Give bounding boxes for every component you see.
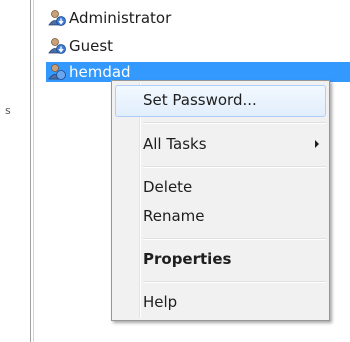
list-item-hemdad-selected[interactable]: hemdad xyxy=(46,62,350,82)
user-account-icon xyxy=(48,9,66,27)
user-name: Guest xyxy=(69,37,114,55)
pane-divider xyxy=(33,0,34,342)
menu-item-all-tasks[interactable]: All Tasks xyxy=(143,134,207,154)
submenu-arrow-icon xyxy=(315,140,319,148)
menu-item-help[interactable]: Help xyxy=(143,292,177,312)
menu-item-rename[interactable]: Rename xyxy=(143,206,205,226)
menu-gutter-highlight xyxy=(140,83,141,318)
user-name: Administrator xyxy=(69,9,172,27)
pane-splitter[interactable] xyxy=(30,0,31,342)
user-name: hemdad xyxy=(69,63,131,81)
menu-item-set-password[interactable]: Set Password... xyxy=(143,90,257,110)
user-account-icon xyxy=(48,63,66,81)
menu-separator xyxy=(143,238,326,240)
menu-separator xyxy=(143,166,326,168)
user-account-icon xyxy=(48,37,66,55)
menu-separator xyxy=(143,122,326,124)
list-item-guest[interactable]: Guest xyxy=(48,36,113,56)
menu-item-delete[interactable]: Delete xyxy=(143,177,192,197)
navigation-pane: s xyxy=(0,0,30,342)
menu-item-properties[interactable]: Properties xyxy=(143,249,231,269)
menu-separator xyxy=(143,281,326,283)
list-item-administrator[interactable]: Administrator xyxy=(48,8,171,28)
navigation-pane-label: s xyxy=(5,104,11,117)
context-menu: Set Password... All Tasks Delete Rename … xyxy=(111,80,330,321)
